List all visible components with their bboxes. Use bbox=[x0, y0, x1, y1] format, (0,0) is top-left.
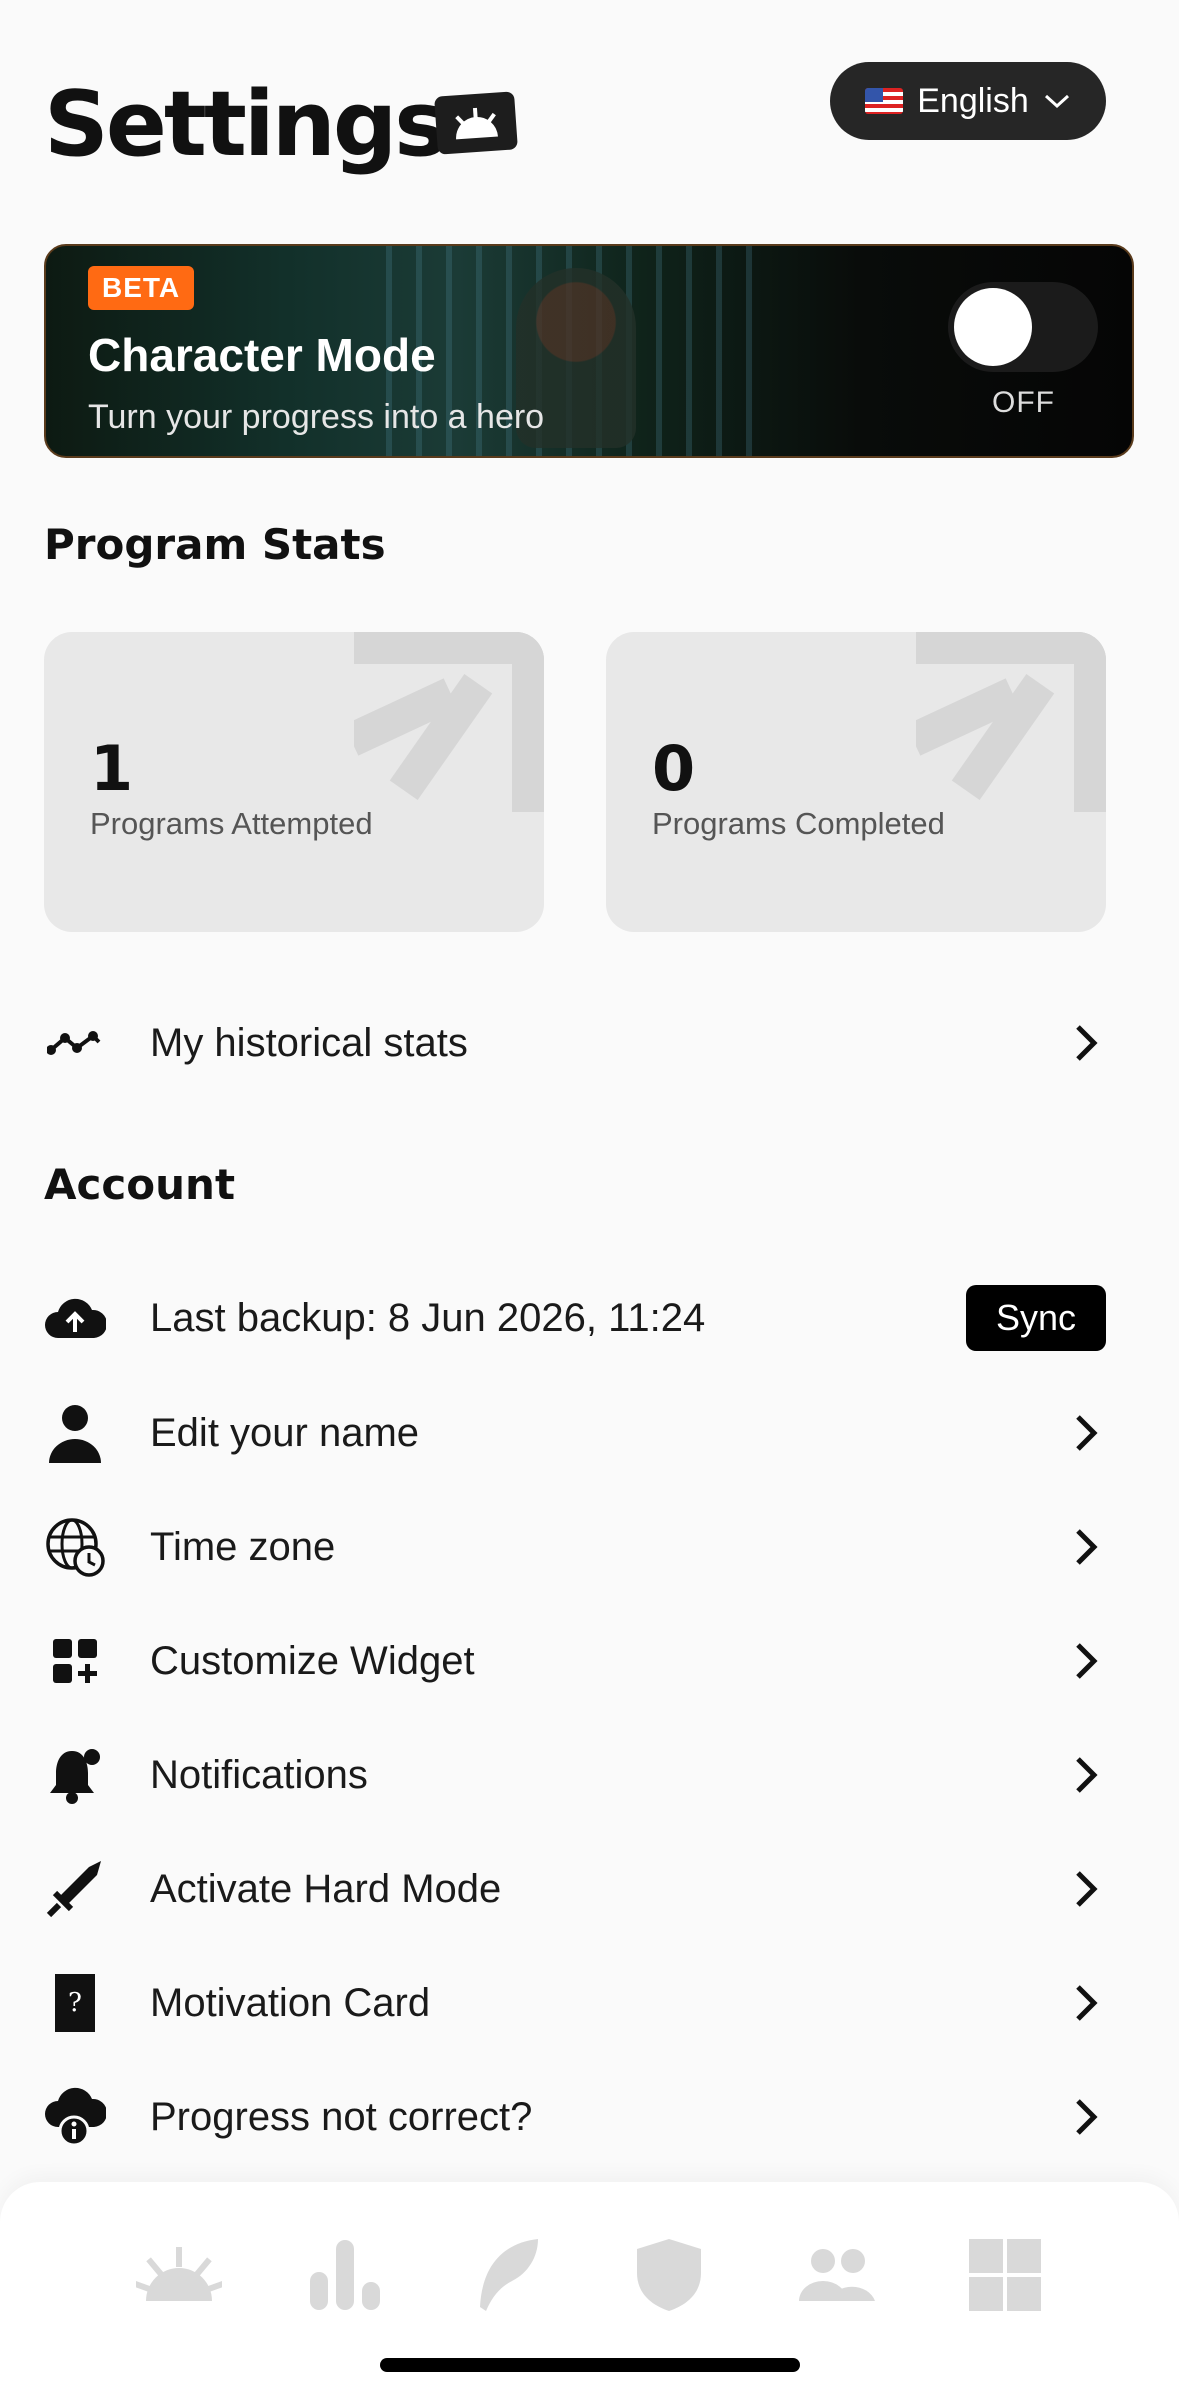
chevron-right-icon bbox=[1066, 1023, 1106, 1063]
globe-clock-icon bbox=[44, 1516, 106, 1578]
chevron-right-icon bbox=[1066, 1527, 1106, 1567]
programs-attempted-value: 1 bbox=[90, 732, 134, 805]
sync-button[interactable]: Sync bbox=[965, 1285, 1106, 1351]
chevron-right-icon bbox=[1066, 2097, 1106, 2137]
progress-incorrect-row[interactable]: Progress not correct? bbox=[44, 2067, 1106, 2167]
grid-icon[interactable] bbox=[960, 2230, 1050, 2320]
chevron-right-icon bbox=[1066, 1641, 1106, 1681]
programs-completed-value: 0 bbox=[652, 732, 696, 805]
customize-widget-row[interactable]: Customize Widget bbox=[44, 1611, 1106, 1711]
bell-icon bbox=[44, 1744, 106, 1806]
account-heading: Account bbox=[44, 1160, 236, 1209]
programs-completed-label: Programs Completed bbox=[652, 806, 945, 841]
cloud-upload-icon bbox=[44, 1287, 106, 1349]
program-stats-heading: Program Stats bbox=[44, 520, 386, 569]
historical-stats-label: My historical stats bbox=[150, 1020, 468, 1065]
person-icon bbox=[44, 1402, 106, 1464]
motivation-card-label: Motivation Card bbox=[150, 1980, 431, 2025]
sunrise-icon[interactable] bbox=[134, 2230, 224, 2320]
character-mode-subtitle: Turn your progress into a hero bbox=[88, 398, 545, 436]
backup-row: Last backup: 8 Jun 2026, 11:24 Sync bbox=[44, 1268, 1106, 1368]
home-indicator bbox=[380, 2358, 800, 2372]
people-icon[interactable] bbox=[792, 2230, 882, 2320]
time-zone-label: Time zone bbox=[150, 1524, 336, 1569]
card-decoration-icon bbox=[916, 632, 1106, 812]
customize-widget-label: Customize Widget bbox=[150, 1638, 475, 1683]
page-title: Settings bbox=[44, 72, 448, 177]
notifications-row[interactable]: Notifications bbox=[44, 1725, 1106, 1825]
question-card-icon: ? bbox=[44, 1972, 106, 2034]
chevron-down-icon bbox=[1044, 94, 1069, 109]
cloud-info-icon bbox=[44, 2086, 106, 2148]
time-zone-row[interactable]: Time zone bbox=[44, 1497, 1106, 1597]
trend-line-icon bbox=[44, 1012, 106, 1074]
character-mode-toggle[interactable] bbox=[948, 282, 1098, 372]
language-label: English bbox=[917, 81, 1029, 120]
widget-add-icon bbox=[44, 1630, 106, 1692]
programs-attempted-label: Programs Attempted bbox=[90, 806, 373, 841]
beta-badge: BETA bbox=[88, 266, 195, 310]
edit-name-label: Edit your name bbox=[150, 1410, 420, 1455]
svg-text:?: ? bbox=[68, 1988, 82, 2018]
programs-attempted-card: 1 Programs Attempted bbox=[44, 632, 544, 932]
hard-mode-row[interactable]: Activate Hard Mode bbox=[44, 1839, 1106, 1939]
card-decoration-icon bbox=[354, 632, 544, 812]
progress-incorrect-label: Progress not correct? bbox=[150, 2094, 533, 2139]
chevron-right-icon bbox=[1066, 1413, 1106, 1453]
character-mode-title: Character Mode bbox=[88, 329, 436, 381]
chevron-right-icon bbox=[1066, 1755, 1106, 1795]
toggle-state-label: OFF bbox=[992, 386, 1055, 419]
feather-icon[interactable] bbox=[462, 2230, 552, 2320]
character-mode-banner[interactable]: BETA Character Mode Turn your progress i… bbox=[44, 244, 1134, 458]
app-logo-icon bbox=[434, 91, 518, 155]
us-flag-icon bbox=[865, 88, 904, 114]
notifications-label: Notifications bbox=[150, 1752, 368, 1797]
sword-icon bbox=[44, 1858, 106, 1920]
edit-name-row[interactable]: Edit your name bbox=[44, 1383, 1106, 1483]
motivation-card-row[interactable]: ? Motivation Card bbox=[44, 1953, 1106, 2053]
language-selector[interactable]: English bbox=[830, 62, 1106, 140]
hard-mode-label: Activate Hard Mode bbox=[150, 1866, 502, 1911]
programs-completed-card: 0 Programs Completed bbox=[606, 632, 1106, 932]
historical-stats-row[interactable]: My historical stats bbox=[44, 993, 1106, 1093]
shield-icon[interactable] bbox=[624, 2230, 714, 2320]
bar-chart-icon[interactable] bbox=[300, 2230, 390, 2320]
last-backup-label: Last backup: 8 Jun 2026, 11:24 bbox=[150, 1295, 706, 1340]
chevron-right-icon bbox=[1066, 1869, 1106, 1909]
chevron-right-icon bbox=[1066, 1983, 1106, 2023]
